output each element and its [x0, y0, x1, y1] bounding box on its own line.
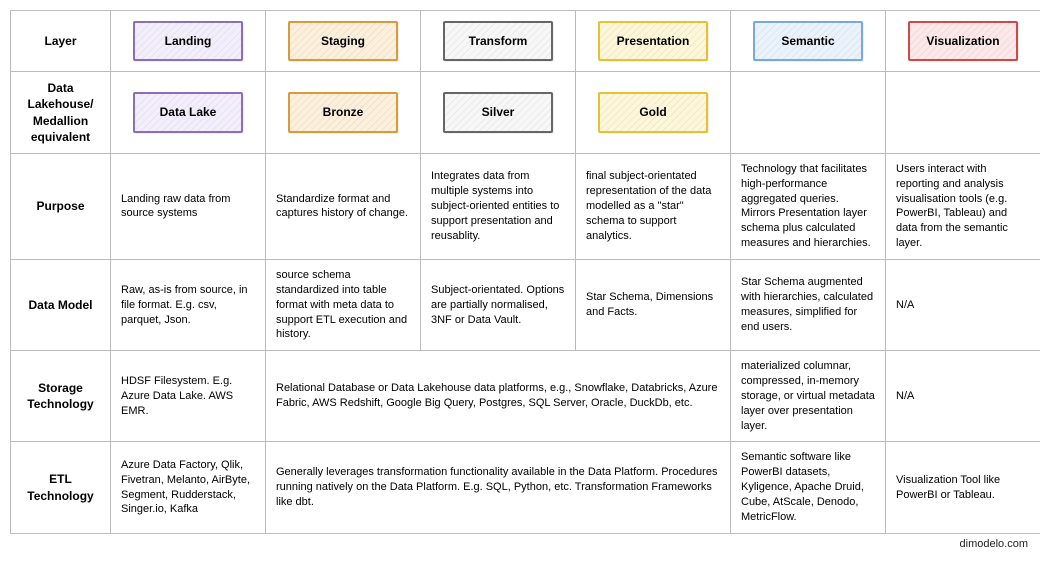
row-purpose: Purpose Landing raw data from source sys… — [11, 153, 1040, 259]
purpose-presentation: final subject-orientated representation … — [576, 153, 731, 259]
storage-semantic: materialized columnar, compressed, in-me… — [731, 351, 886, 442]
storage-visualization: N/A — [886, 351, 1040, 442]
purpose-transform: Integrates data from multiple systems in… — [421, 153, 576, 259]
row-equivalent: Data Lakehouse/ Medallion equivalent Dat… — [11, 72, 1040, 154]
row-storage: Storage Technology HDSF Filesystem. E.g.… — [11, 351, 1040, 442]
chip-visualization: Visualization — [908, 21, 1018, 61]
row-model: Data Model Raw, as-is from source, in fi… — [11, 260, 1040, 351]
model-visualization: N/A — [886, 260, 1040, 351]
model-staging: source schema standardized into table fo… — [266, 260, 421, 351]
row-label-etl: ETL Technology — [11, 442, 111, 533]
row-label-storage: Storage Technology — [11, 351, 111, 442]
row-label-layer: Layer — [11, 11, 111, 72]
chip-presentation: Presentation — [598, 21, 708, 61]
purpose-landing: Landing raw data from source systems — [111, 153, 266, 259]
row-label-purpose: Purpose — [11, 153, 111, 259]
chip-datalake: Data Lake — [133, 92, 243, 132]
row-label-model: Data Model — [11, 260, 111, 351]
chip-silver: Silver — [443, 92, 553, 132]
chip-transform: Transform — [443, 21, 553, 61]
chip-gold: Gold — [598, 92, 708, 132]
purpose-semantic: Technology that facilitates high-perform… — [731, 153, 886, 259]
purpose-staging: Standardize format and captures history … — [266, 153, 421, 259]
row-etl: ETL Technology Azure Data Factory, Qlik,… — [11, 442, 1040, 533]
credit: dimodelo.com — [10, 534, 1030, 550]
chip-semantic: Semantic — [753, 21, 863, 61]
architecture-table: Layer Landing Staging Transform Presenta… — [10, 10, 1040, 534]
etl-semantic: Semantic software like PowerBI datasets,… — [731, 442, 886, 533]
etl-landing: Azure Data Factory, Qlik, Fivetran, Mela… — [111, 442, 266, 533]
model-semantic: Star Schema augmented with hierarchies, … — [731, 260, 886, 351]
row-layer: Layer Landing Staging Transform Presenta… — [11, 11, 1040, 72]
model-landing: Raw, as-is from source, in file format. … — [111, 260, 266, 351]
purpose-visualization: Users interact with reporting and analys… — [886, 153, 1040, 259]
model-presentation: Star Schema, Dimensions and Facts. — [576, 260, 731, 351]
equiv-semantic-empty — [731, 72, 886, 154]
chip-landing: Landing — [133, 21, 243, 61]
chip-bronze: Bronze — [288, 92, 398, 132]
storage-shared: Relational Database or Data Lakehouse da… — [266, 351, 731, 442]
model-transform: Subject-orientated. Options are partiall… — [421, 260, 576, 351]
storage-landing: HDSF Filesystem. E.g. Azure Data Lake. A… — [111, 351, 266, 442]
row-label-equiv: Data Lakehouse/ Medallion equivalent — [11, 72, 111, 154]
chip-staging: Staging — [288, 21, 398, 61]
etl-visualization: Visualization Tool like PowerBI or Table… — [886, 442, 1040, 533]
equiv-visualization-empty — [886, 72, 1040, 154]
etl-shared: Generally leverages transformation funct… — [266, 442, 731, 533]
